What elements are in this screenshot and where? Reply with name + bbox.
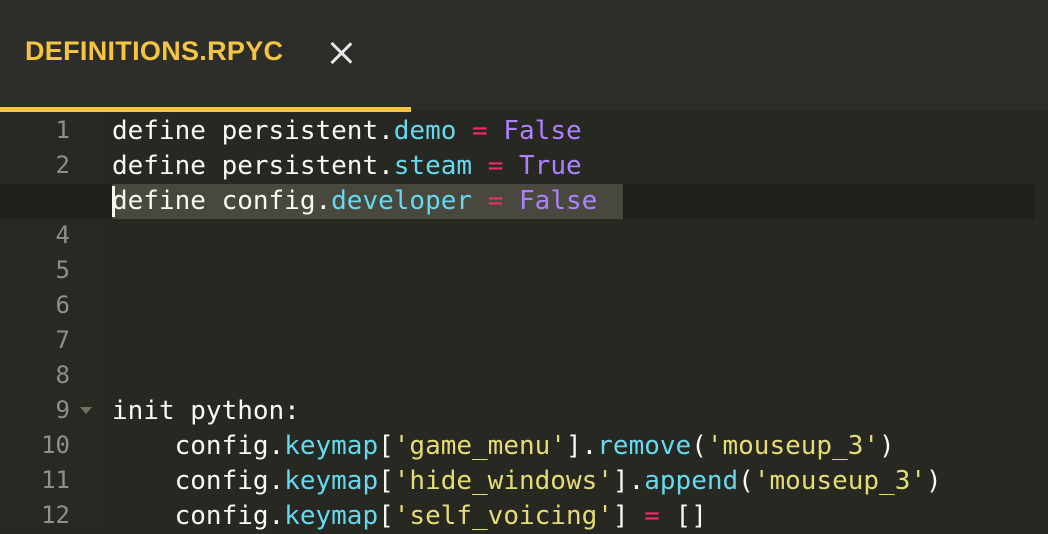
code-text: define config. [112,186,332,216]
tab-title: DEFINITIONS.RPYC [25,36,284,66]
fold-arrow-icon[interactable] [80,407,92,414]
line-number: 2 [55,151,70,179]
line-number: 1 [55,116,70,144]
code-text: config. [112,431,285,461]
code-constant: False [519,186,598,216]
tab-bar: DEFINITIONS.RPYC [0,0,1048,112]
code-attribute: developer [331,186,473,216]
code-text: [ [378,431,394,461]
code-attribute: keymap [284,431,379,461]
line-number: 11 [41,466,70,494]
code-function: append [644,466,739,496]
code-string: 'mouseup_3' [706,431,880,461]
code-operator: = [456,116,504,146]
code-text: define persistent. [112,116,394,146]
code-text: config. [112,466,285,496]
code-text: ) [879,431,895,461]
code-string: 'game_menu' [393,431,566,461]
close-icon[interactable] [326,38,356,68]
code-string: 'self_voicing' [393,501,613,531]
line-number: 4 [55,221,70,249]
text-cursor [112,186,115,217]
code-editor[interactable]: 1 2 3 4 5 6 7 8 9 10 11 12 define persis… [0,112,1048,531]
line-number: 7 [55,326,70,354]
code-text: [ [378,501,394,531]
line-number: 6 [55,291,70,319]
code-line[interactable]: define persistent.steam = True [112,149,582,184]
code-operator: = [472,151,520,181]
line-number: 8 [55,361,70,389]
code-text: ] [612,501,645,531]
code-function: remove [597,431,692,461]
code-text: init python: [112,396,300,426]
code-line[interactable]: config.keymap['hide_windows'].append('mo… [112,464,942,499]
code-attribute: keymap [284,466,379,496]
code-text: ]. [612,466,645,496]
code-constant: True [519,151,582,181]
code-line[interactable]: init python: [112,394,300,429]
code-attribute: demo [393,116,457,146]
code-operator: = [644,501,660,531]
code-text: ]. [565,431,598,461]
code-line[interactable]: config.keymap['self_voicing'] = [] [112,499,707,534]
code-operator: = [472,186,520,216]
line-number-gutter: 1 2 3 4 5 6 7 8 9 10 11 12 [0,112,103,529]
line-number: 5 [55,256,70,284]
code-attribute: steam [393,151,473,181]
code-text: ( [738,466,754,496]
code-line-current[interactable]: define config.developer = False [112,184,597,219]
code-text: ) [926,466,942,496]
code-text: define persistent. [112,151,394,181]
code-text: config. [112,501,285,531]
code-text: ( [691,431,707,461]
code-constant: False [503,116,582,146]
code-line[interactable]: define persistent.demo = False [112,114,582,149]
code-text: [] [659,501,707,531]
line-number: 10 [41,431,70,459]
line-number: 12 [41,501,70,529]
code-attribute: keymap [284,501,379,531]
code-string: 'hide_windows' [393,466,613,496]
line-number: 9 [55,396,70,424]
code-text: [ [378,466,394,496]
tab-definitions-rpyc[interactable]: DEFINITIONS.RPYC [0,0,411,110]
code-string: 'mouseup_3' [753,466,926,496]
code-line[interactable]: config.keymap['game_menu'].remove('mouse… [112,429,895,464]
